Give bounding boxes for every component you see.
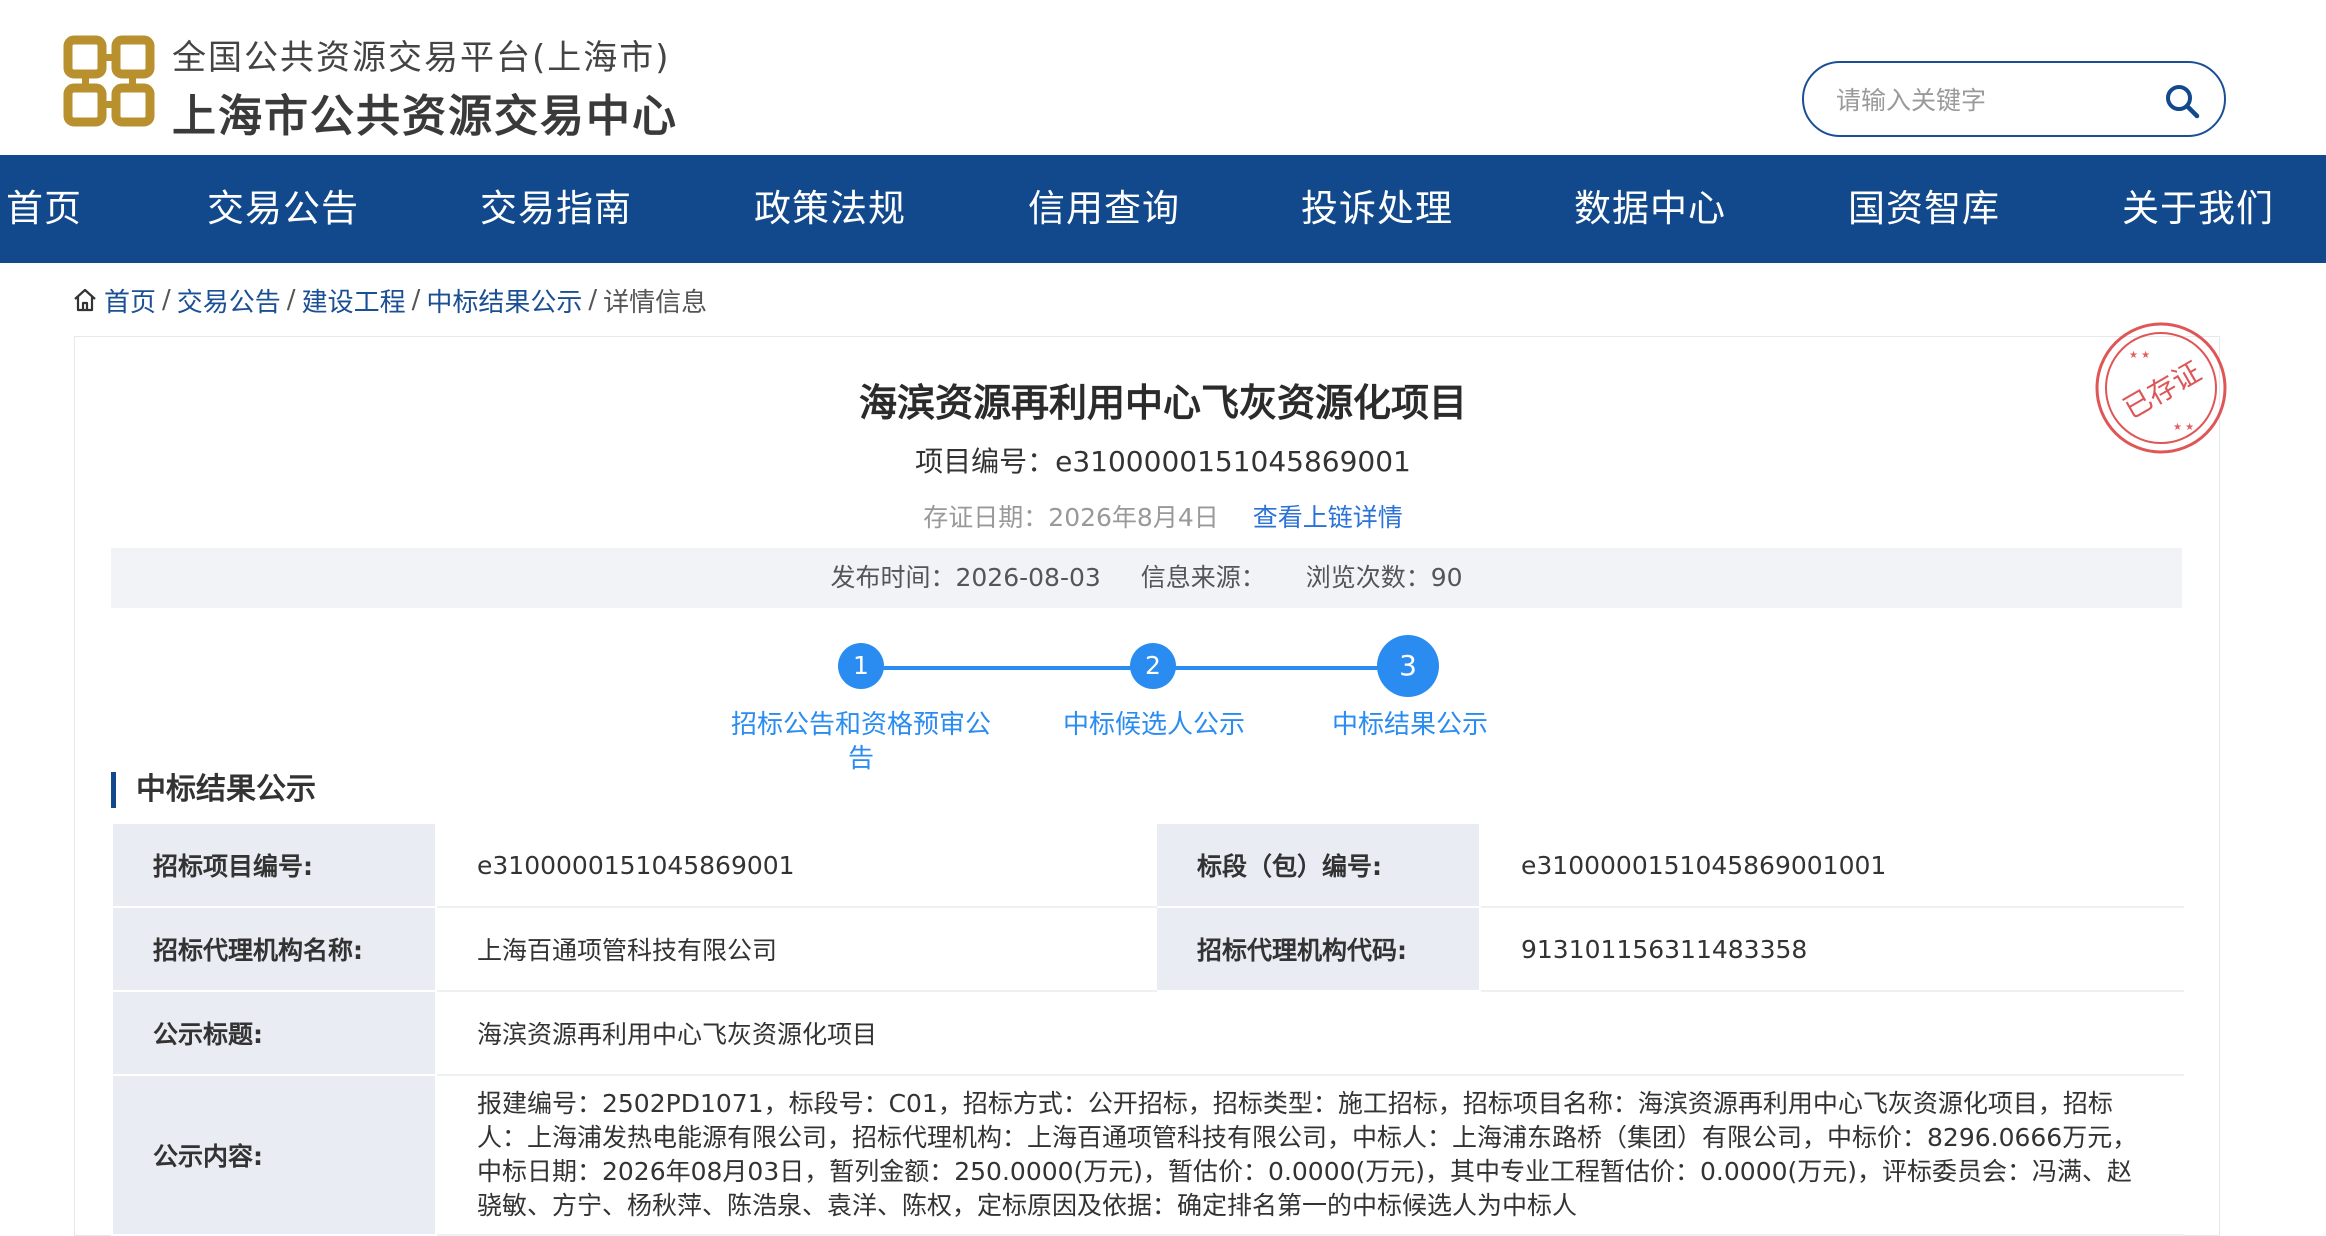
step-3-circle[interactable]: 3 xyxy=(1377,635,1439,697)
nav-item-credit[interactable]: 信用查询 xyxy=(1028,155,1180,263)
breadcrumb-announcements[interactable]: 交易公告 xyxy=(177,282,281,319)
lot-no-value: e3100000151045869001001 xyxy=(1479,822,2184,908)
home-icon xyxy=(74,288,96,312)
info-source: 信息来源： xyxy=(1140,563,1266,592)
agency-code-label: 招标代理机构代码: xyxy=(1155,906,1481,992)
breadcrumb-current: 详情信息 xyxy=(603,287,708,318)
breadcrumb-award-result[interactable]: 中标结果公示 xyxy=(426,282,582,319)
notice-title-label: 公示标题: xyxy=(111,990,437,1076)
view-count: 浏览次数：90 xyxy=(1305,563,1463,592)
table-row: 公示标题: 海滨资源再利用中心飞灰资源化项目 xyxy=(111,990,2184,1076)
lot-no-label: 标段（包）编号: xyxy=(1155,822,1481,908)
project-no-label: 招标项目编号: xyxy=(111,822,437,908)
content-label: 公示内容: xyxy=(111,1074,437,1236)
breadcrumb-separator: / xyxy=(286,285,296,315)
notice-title-value: 海滨资源再利用中心飞灰资源化项目 xyxy=(435,990,2184,1076)
site-header: 全国公共资源交易平台(上海市) 上海市公共资源交易中心 xyxy=(0,0,2326,155)
logo-icon[interactable] xyxy=(62,34,156,128)
meta-info-bar: 发布时间：2026-08-03 信息来源： 浏览次数：90 xyxy=(111,548,2182,608)
site-title[interactable]: 上海市公共资源交易中心 xyxy=(172,80,678,144)
result-info-table: 招标项目编号: e3100000151045869001 标段（包）编号: e3… xyxy=(111,822,2184,1236)
step-connector xyxy=(860,666,1152,670)
site-subtitle: 全国公共资源交易平台(上海市) xyxy=(172,38,671,78)
nav-item-guide[interactable]: 交易指南 xyxy=(480,155,632,263)
page-title: 海滨资源再利用中心飞灰资源化项目 xyxy=(858,381,1467,425)
step-2-label[interactable]: 中标候选人公示 xyxy=(1034,708,1274,742)
agency-code-value: 913101156311483358 xyxy=(1479,906,2184,992)
step-1-circle[interactable]: 1 xyxy=(838,643,884,689)
search-box xyxy=(1802,61,2226,137)
main-nav: 首页 交易公告 交易指南 政策法规 信用查询 投诉处理 数据中心 国资智库 关于… xyxy=(0,155,2326,263)
content-value: 报建编号：2502PD1071，标段号：C01，招标方式：公开招标，招标类型：施… xyxy=(435,1074,2184,1236)
nav-item-announcements[interactable]: 交易公告 xyxy=(207,155,359,263)
nav-item-home[interactable]: 首页 xyxy=(6,155,82,263)
svg-text:★ ★: ★ ★ xyxy=(2129,350,2150,361)
certificate-date: 存证日期：2026年8月4日 xyxy=(923,503,1219,532)
publish-time: 发布时间：2026-08-03 xyxy=(830,563,1101,592)
certificate-line: 存证日期：2026年8月4日 查看上链详情 xyxy=(0,498,2326,534)
breadcrumb: 首页 / 交易公告 / 建设工程 / 中标结果公示 / 详情信息 xyxy=(72,282,707,318)
section-title: 中标结果公示 xyxy=(111,772,316,808)
nav-item-think-tank[interactable]: 国资智库 xyxy=(1848,155,2000,263)
breadcrumb-separator: / xyxy=(162,285,171,315)
nav-item-about[interactable]: 关于我们 xyxy=(2122,155,2274,263)
table-row: 招标项目编号: e3100000151045869001 标段（包）编号: e3… xyxy=(111,822,2184,908)
search-icon[interactable] xyxy=(2162,81,2202,121)
agency-name-value: 上海百通项管科技有限公司 xyxy=(435,906,1157,992)
step-3-label[interactable]: 中标结果公示 xyxy=(1300,708,1520,742)
agency-name-label: 招标代理机构名称: xyxy=(111,906,437,992)
nav-item-policy[interactable]: 政策法规 xyxy=(754,155,906,263)
step-connector xyxy=(1152,666,1408,670)
breadcrumb-separator: / xyxy=(411,285,421,315)
project-number: 项目编号：e3100000151045869001 xyxy=(915,445,1411,478)
breadcrumb-separator: / xyxy=(588,285,598,315)
step-1-label[interactable]: 招标公告和资格预审公告 xyxy=(724,708,998,776)
table-row: 公示内容: 报建编号：2502PD1071，标段号：C01，招标方式：公开招标，… xyxy=(111,1074,2184,1236)
table-row: 招标代理机构名称: 上海百通项管科技有限公司 招标代理机构代码: 9131011… xyxy=(111,906,2184,992)
search-input[interactable] xyxy=(1834,79,2154,121)
step-2-circle[interactable]: 2 xyxy=(1130,643,1176,689)
breadcrumb-construction[interactable]: 建设工程 xyxy=(302,282,406,319)
chain-details-link[interactable]: 查看上链详情 xyxy=(1253,503,1403,532)
breadcrumb-home[interactable]: 首页 xyxy=(104,282,156,319)
nav-item-complaints[interactable]: 投诉处理 xyxy=(1301,155,1453,263)
nav-item-data-center[interactable]: 数据中心 xyxy=(1574,155,1726,263)
project-no-value: e3100000151045869001 xyxy=(435,822,1157,908)
